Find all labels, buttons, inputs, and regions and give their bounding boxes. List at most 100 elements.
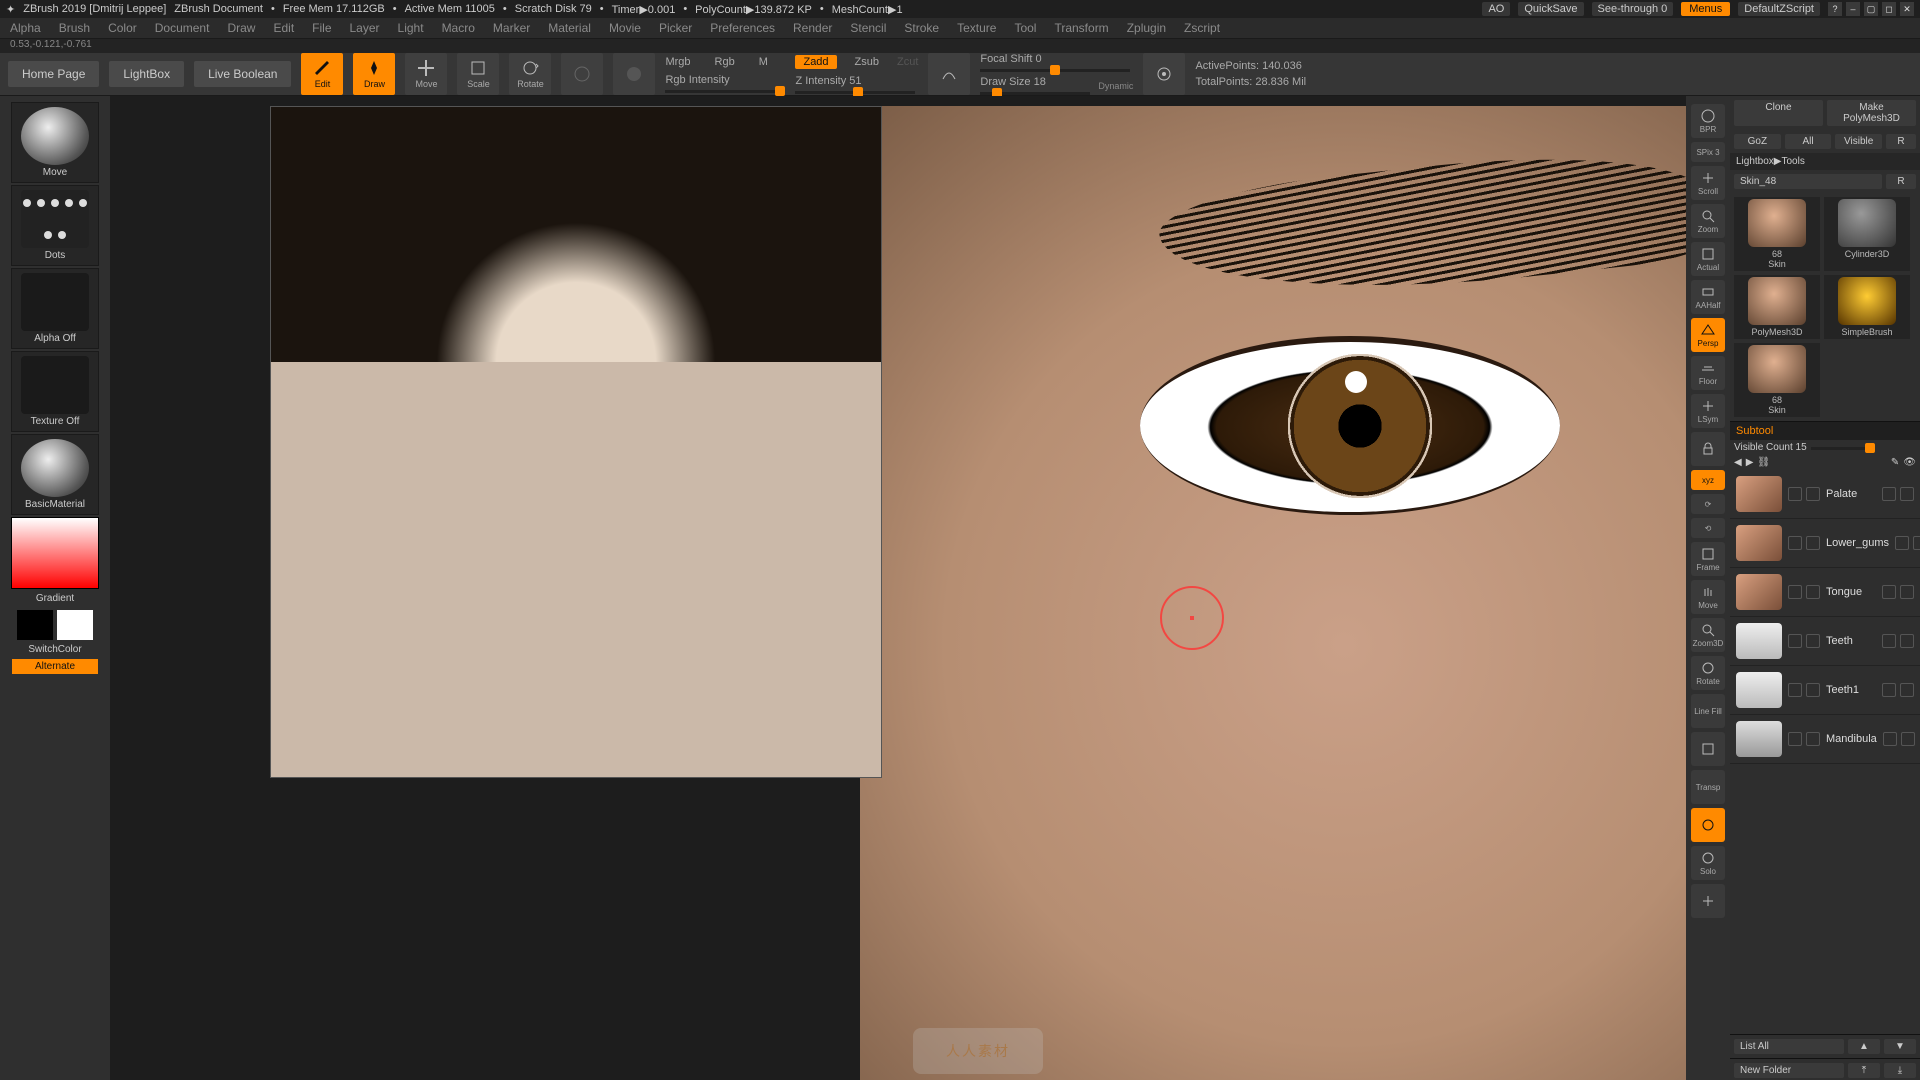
color-picker[interactable]	[11, 517, 99, 589]
menu-macro[interactable]: Macro	[442, 21, 475, 35]
lightbox-button[interactable]: LightBox	[109, 61, 184, 87]
brush-slot[interactable]: Move	[11, 102, 99, 183]
seethrough-slider[interactable]: See-through 0	[1592, 2, 1674, 16]
document-canvas[interactable]: 人人素材	[110, 96, 1686, 1080]
menu-transform[interactable]: Transform	[1054, 21, 1108, 35]
eye-toggle-icon[interactable]	[1901, 732, 1915, 746]
menu-alpha[interactable]: Alpha	[10, 21, 41, 35]
move-mode-button[interactable]: Move	[405, 53, 447, 95]
solo-button[interactable]: Solo	[1691, 846, 1725, 880]
menu-layer[interactable]: Layer	[350, 21, 380, 35]
menu-brush[interactable]: Brush	[59, 21, 90, 35]
close-icon[interactable]: ✕	[1900, 2, 1914, 16]
scroll-button[interactable]: Scroll	[1691, 166, 1725, 200]
goz-r-button[interactable]: R	[1886, 134, 1916, 149]
fill-toggle-icon[interactable]	[1788, 634, 1802, 648]
menu-marker[interactable]: Marker	[493, 21, 530, 35]
goz-button[interactable]: GoZ	[1734, 134, 1781, 149]
link-icon[interactable]: ⛓	[1757, 457, 1770, 468]
stroke-slot[interactable]: Dots	[11, 185, 99, 266]
goz-visible-button[interactable]: Visible	[1835, 134, 1882, 149]
xpose-button[interactable]	[1691, 884, 1725, 918]
eye-icon[interactable]: 👁	[1903, 457, 1916, 468]
zcut-toggle[interactable]: Zcut	[897, 56, 918, 68]
aahalf-button[interactable]: AAHalf	[1691, 280, 1725, 314]
new-folder-button[interactable]: New Folder	[1734, 1063, 1844, 1078]
menu-color[interactable]: Color	[108, 21, 137, 35]
rotate-mode-button[interactable]: Rotate	[509, 53, 551, 95]
fill-toggle-icon[interactable]	[1788, 536, 1802, 550]
gradient-label[interactable]: Gradient	[36, 593, 74, 604]
subtool-tongue[interactable]: Tongue	[1730, 568, 1920, 617]
hollow-toggle-icon[interactable]	[1806, 585, 1820, 599]
help-icon[interactable]: ?	[1828, 2, 1842, 16]
tool-breadcrumb[interactable]: Lightbox▶Tools	[1730, 153, 1920, 170]
mrgb-toggle[interactable]: Mrgb	[665, 56, 690, 68]
make-polymesh-button[interactable]: Make PolyMesh3D	[1827, 100, 1916, 126]
quicksave-button[interactable]: QuickSave	[1518, 2, 1583, 16]
menu-movie[interactable]: Movie	[609, 21, 641, 35]
fill-toggle-icon[interactable]	[1788, 585, 1802, 599]
menu-picker[interactable]: Picker	[659, 21, 692, 35]
linefill-button[interactable]: Line Fill	[1691, 694, 1725, 728]
menu-texture[interactable]: Texture	[957, 21, 996, 35]
eye-toggle-icon[interactable]	[1900, 683, 1914, 697]
draw-mode-button[interactable]: Draw	[353, 53, 395, 95]
arrow-right-icon[interactable]: ▶	[1746, 457, 1754, 468]
paint-toggle-icon[interactable]	[1882, 585, 1896, 599]
bpr-button[interactable]: BPR	[1691, 104, 1725, 138]
move3d-button[interactable]: Move	[1691, 580, 1725, 614]
tool-simplebrush[interactable]: SimpleBrush	[1824, 275, 1910, 339]
y-button[interactable]: ⟳	[1691, 494, 1725, 514]
actual-button[interactable]: Actual	[1691, 242, 1725, 276]
paint-toggle-icon[interactable]	[1883, 732, 1897, 746]
subtool-mandibula[interactable]: Mandibula	[1730, 715, 1920, 764]
menu-render[interactable]: Render	[793, 21, 832, 35]
hollow-toggle-icon[interactable]	[1806, 487, 1820, 501]
tool-skin[interactable]: 68Skin	[1734, 343, 1820, 417]
alternate-button[interactable]: Alternate	[12, 659, 98, 674]
z-button[interactable]: ⟲	[1691, 518, 1725, 538]
draw-size-slider[interactable]	[980, 92, 1090, 95]
fill-toggle-icon[interactable]	[1788, 683, 1802, 697]
lock-button[interactable]	[1691, 432, 1725, 466]
subtool-teeth1[interactable]: Teeth1	[1730, 666, 1920, 715]
gizmo-button[interactable]	[561, 53, 603, 95]
tool-skin[interactable]: 68Skin	[1734, 197, 1820, 271]
clone-button[interactable]: Clone	[1734, 100, 1823, 126]
arrow-up-icon[interactable]: ▲	[1848, 1039, 1880, 1054]
move-down-icon[interactable]: ⤓	[1884, 1063, 1916, 1078]
menu-file[interactable]: File	[312, 21, 331, 35]
edit-mode-button[interactable]: Edit	[301, 53, 343, 95]
eye-toggle-icon[interactable]	[1900, 634, 1914, 648]
menu-zscript[interactable]: Zscript	[1184, 21, 1220, 35]
rgb-intensity-slider[interactable]	[665, 90, 785, 93]
z-intensity-slider[interactable]	[795, 91, 915, 94]
ghost-button[interactable]	[1691, 808, 1725, 842]
default-zscript[interactable]: DefaultZScript	[1738, 2, 1820, 16]
tool-polymesh3d[interactable]: PolyMesh3D	[1734, 275, 1820, 339]
zoom-button[interactable]: Zoom	[1691, 204, 1725, 238]
ao-toggle[interactable]: AO	[1482, 2, 1510, 16]
dynamic-toggle[interactable]: Dynamic	[1098, 81, 1133, 91]
menu-material[interactable]: Material	[548, 21, 591, 35]
zoom3d-button[interactable]: Zoom3D	[1691, 618, 1725, 652]
menu-light[interactable]: Light	[398, 21, 424, 35]
list-all-button[interactable]: List All	[1734, 1039, 1844, 1054]
paint-icon[interactable]: ✎	[1891, 457, 1899, 468]
zsub-toggle[interactable]: Zsub	[855, 56, 879, 68]
menu-edit[interactable]: Edit	[273, 21, 294, 35]
hollow-toggle-icon[interactable]	[1806, 683, 1820, 697]
m-toggle[interactable]: M	[759, 56, 768, 68]
eye-toggle-icon[interactable]	[1900, 487, 1914, 501]
subtool-teeth[interactable]: Teeth	[1730, 617, 1920, 666]
polyf-button[interactable]	[1691, 732, 1725, 766]
material-slot[interactable]: BasicMaterial	[11, 434, 99, 515]
menu-preferences[interactable]: Preferences	[710, 21, 775, 35]
hollow-toggle-icon[interactable]	[1806, 732, 1820, 746]
reference-image[interactable]	[270, 106, 882, 778]
scale-mode-button[interactable]: Scale	[457, 53, 499, 95]
menu-draw[interactable]: Draw	[227, 21, 255, 35]
transp-button[interactable]: Transp	[1691, 770, 1725, 804]
s-curve-button[interactable]	[928, 53, 970, 95]
